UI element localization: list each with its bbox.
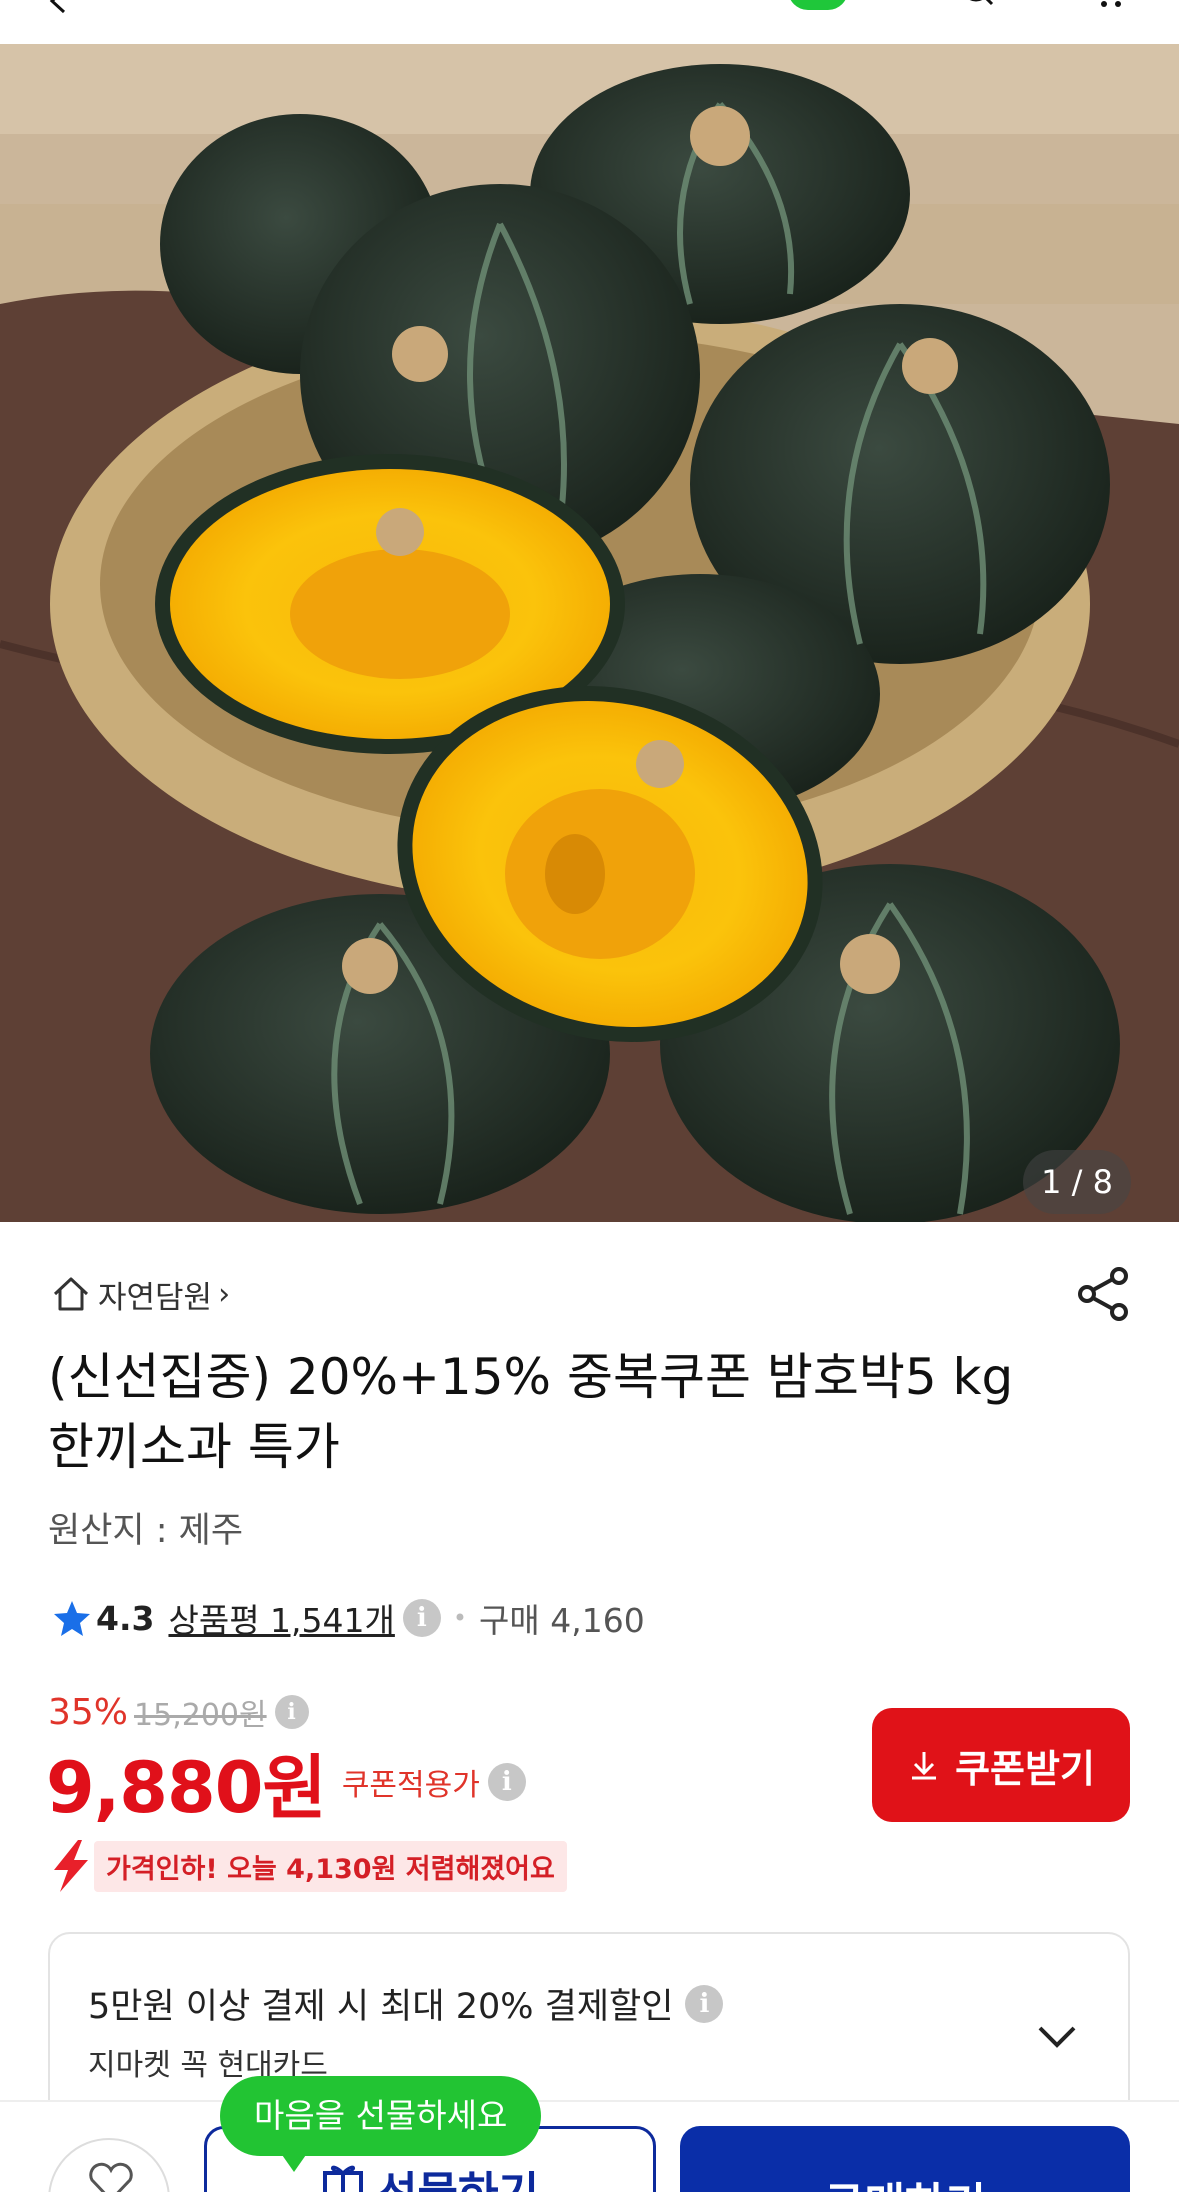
- product-origin: 원산지 : 제주: [48, 1511, 244, 1551]
- image-counter: 1 / 8: [1023, 1150, 1131, 1214]
- original-price: 15,200원: [134, 1698, 267, 1733]
- info-icon[interactable]: i: [487, 1763, 526, 1801]
- rating-row: 4.3 상품평 1,541개 i • 구매 4,160: [52, 1594, 645, 1642]
- discount-row: 35% 15,200원 i: [48, 1690, 309, 1734]
- get-coupon-label: 쿠폰받기: [955, 1746, 1095, 1791]
- smile-club-badge-icon[interactable]: [788, 0, 848, 10]
- price-drop-notice: 가격인하! 오늘 4,130원 저렴해졌어요: [48, 1840, 567, 1892]
- lightning-icon: [54, 1840, 88, 1892]
- gift-tooltip-text: 마음을 선물하세요: [254, 2096, 508, 2135]
- review-count-link[interactable]: 상품평 1,541개: [168, 1594, 394, 1642]
- product-title: (신선집중) 20%+15% 중복쿠폰 밤호박5 kg 한끼소과 특가: [48, 1348, 1014, 1476]
- cart-icon[interactable]: [1088, 0, 1128, 10]
- product-image-carousel[interactable]: 1 / 8: [0, 44, 1179, 1222]
- price-drop-text: 가격인하! 오늘 4,130원 저렴해졌어요: [94, 1840, 567, 1892]
- chevron-down-icon[interactable]: [1034, 2014, 1080, 2060]
- promo-main-row: 5만원 이상 결제 시 최대 20% 결제할인 i: [88, 1978, 724, 2029]
- purchase-count: 구매 4,160: [479, 1601, 645, 1640]
- heart-icon: [89, 2162, 133, 2192]
- info-icon[interactable]: i: [402, 1599, 441, 1637]
- buy-now-button[interactable]: 구매하기: [680, 2126, 1130, 2192]
- discount-percent: 35%: [48, 1691, 129, 1733]
- sale-price: 9,880원: [46, 1746, 327, 1829]
- star-icon: [54, 1601, 90, 1636]
- home-icon: [53, 1277, 89, 1311]
- share-icon[interactable]: [1075, 1266, 1131, 1322]
- rating-score: 4.3: [96, 1598, 155, 1638]
- sale-price-row: 9,880원 쿠폰적용가 i: [46, 1742, 526, 1829]
- tooltip-tail: [280, 2152, 308, 2172]
- chevron-right-icon: ›: [218, 1276, 231, 1312]
- store-name: 자연담원: [98, 1279, 213, 1316]
- info-icon[interactable]: i: [685, 1984, 724, 2023]
- coupon-price-label: 쿠폰적용가: [341, 1768, 480, 1803]
- get-coupon-button[interactable]: 쿠폰받기: [872, 1708, 1130, 1822]
- separator-dot: •: [452, 1604, 468, 1632]
- product-image: [0, 44, 1179, 1222]
- top-app-bar: [0, 0, 1179, 44]
- back-arrow-icon[interactable]: [44, 0, 74, 16]
- info-icon[interactable]: i: [274, 1695, 309, 1729]
- promo-main-text: 5만원 이상 결제 시 최대 20% 결제할인: [88, 1987, 674, 2027]
- gift-tooltip: 마음을 선물하세요: [220, 2076, 542, 2172]
- store-link[interactable]: 자연담원 ›: [50, 1270, 230, 1318]
- gift-label: 선물하기: [377, 2157, 539, 2192]
- search-icon[interactable]: [960, 0, 1000, 10]
- gift-icon: [323, 2165, 364, 2192]
- download-icon: [912, 1752, 937, 1780]
